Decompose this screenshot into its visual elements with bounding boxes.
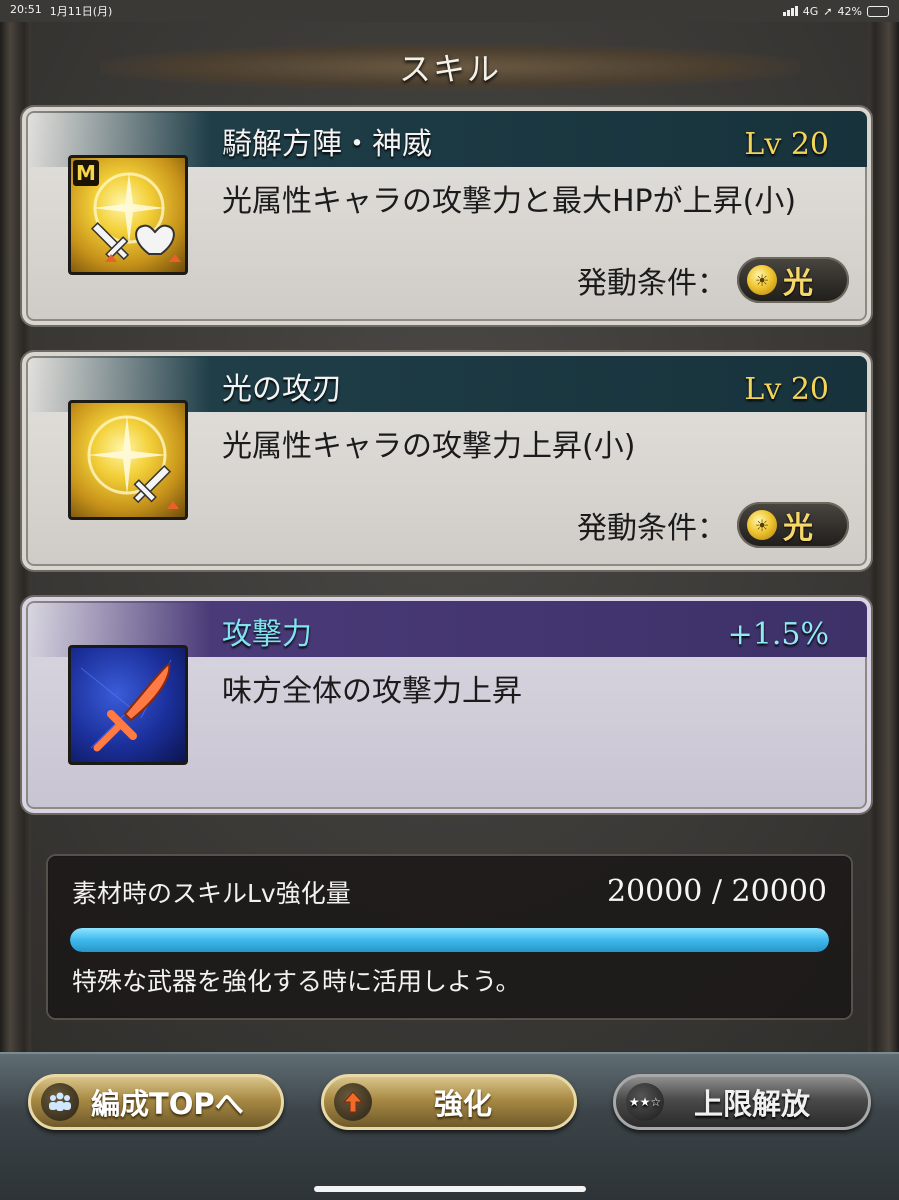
light-attribute-badge: ☀ 光: [737, 502, 849, 548]
light-element-icon: ☀: [747, 510, 777, 540]
condition-label: 発動条件：: [577, 266, 727, 301]
battery-icon: [867, 5, 889, 17]
material-note: 特殊な武器を強化する時に活用しよう。: [72, 967, 521, 996]
activation-condition: 発動条件： ☀ 光: [577, 502, 849, 548]
skill-progress-bar: [70, 928, 829, 952]
arrow-up-icon: [334, 1083, 372, 1121]
material-value: 20000 / 20000: [606, 874, 827, 909]
sword-heart-light-icon: M: [68, 155, 188, 275]
light-element-icon: ☀: [747, 265, 777, 295]
skill-progress-fill: [70, 928, 829, 952]
status-time: 20:51: [10, 3, 42, 16]
enhance-button[interactable]: 強化: [321, 1074, 577, 1130]
skill-description: 味方全体の攻撃力上昇: [222, 674, 522, 709]
team-top-label: 編成TOPへ: [91, 1087, 244, 1121]
attribute-label: 光: [783, 511, 813, 546]
light-attribute-badge: ☀ 光: [737, 257, 849, 303]
skill-level: Lv 20: [744, 127, 829, 162]
attribute-label: 光: [783, 266, 813, 301]
skill-level: Lv 20: [744, 372, 829, 407]
skill-description: 光属性キャラの攻撃力上昇(小): [222, 429, 636, 464]
red-sword-icon: [68, 645, 188, 765]
skill-name: 攻撃力: [222, 617, 312, 652]
status-date: 1月11日(月): [49, 5, 113, 18]
bottom-action-bar: 編成TOPへ 強化 ★★☆ 上限解放: [0, 1052, 899, 1200]
location-icon: ➚: [823, 4, 833, 18]
skill-name: 光の攻刃: [222, 372, 342, 407]
skill-card-2[interactable]: 光の攻刃 Lv 20 光属性キャラの攻撃力上昇(小) 発動条件： ☀ 光: [22, 352, 871, 570]
material-skill-panel: 素材時のスキルLv強化量 20000 / 20000 特殊な武器を強化する時に活…: [48, 856, 851, 1018]
activation-condition: 発動条件： ☀ 光: [577, 257, 849, 303]
limit-break-button[interactable]: ★★☆ 上限解放: [613, 1074, 871, 1130]
skill-card-3[interactable]: 攻撃力 +1.5% 味方全体の攻撃力上昇: [22, 597, 871, 813]
skill-bonus-value: +1.5%: [727, 617, 829, 652]
team-icon: [41, 1083, 79, 1121]
skill-card-1[interactable]: M 騎解方陣・神威 Lv 20 光属性キャラの攻撃力と最大HPが上昇(小) 発動…: [22, 107, 871, 325]
page-title: スキル: [398, 50, 501, 88]
enhance-label: 強化: [434, 1087, 493, 1121]
sword-light-icon: [68, 400, 188, 520]
network-label: 4G: [802, 4, 819, 18]
battery-percent: 42%: [837, 4, 862, 18]
limit-break-label: 上限解放: [694, 1087, 811, 1121]
condition-label: 発動条件：: [577, 511, 727, 546]
home-indicator[interactable]: [314, 1186, 586, 1192]
stars-icon: ★★☆: [626, 1083, 664, 1121]
skill-badge: M: [76, 161, 96, 185]
skill-description: 光属性キャラの攻撃力と最大HPが上昇(小): [222, 184, 797, 219]
material-title: 素材時のスキルLv強化量: [72, 879, 351, 908]
signal-icon: [782, 6, 798, 16]
title-plate: スキル: [100, 44, 800, 90]
team-top-button[interactable]: 編成TOPへ: [28, 1074, 284, 1130]
skill-name: 騎解方陣・神威: [222, 127, 432, 162]
status-bar: 20:51 1月11日(月) 4G ➚ 42%: [0, 0, 899, 22]
